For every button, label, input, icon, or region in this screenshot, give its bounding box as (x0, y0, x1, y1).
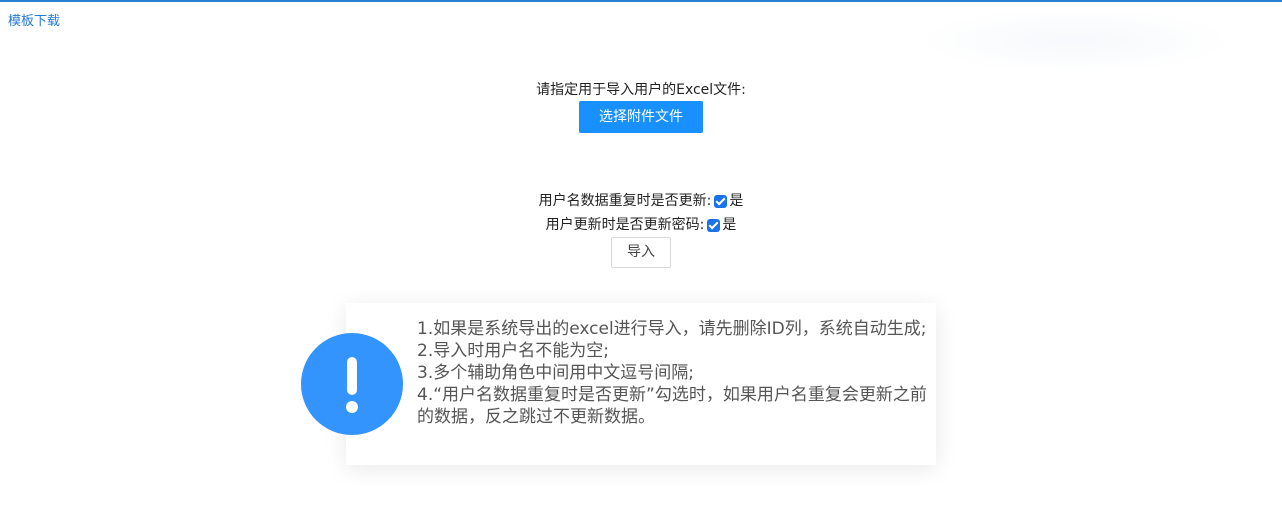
import-button[interactable]: 导入 (611, 237, 671, 268)
update-duplicate-checkbox[interactable] (714, 194, 728, 208)
option-update-duplicate-label: 用户名数据重复时是否更新: (538, 193, 712, 209)
notice-line: 4.“用户名数据重复时是否更新”勾选时，如果用户名重复会更新之前的数据，反之跳过… (417, 385, 927, 427)
decorative-glow (915, 8, 1235, 74)
option-update-duplicate: 用户名数据重复时是否更新: 是 (0, 192, 1282, 210)
exclamation-dot (346, 401, 358, 413)
exclamation-bar (347, 357, 357, 395)
update-duplicate-value: 是 (729, 193, 744, 209)
select-file-button[interactable]: 选择附件文件 (579, 101, 703, 133)
option-update-password-label: 用户更新时是否更新密码: (545, 217, 705, 233)
notice-line: 1.如果是系统导出的excel进行导入，请先删除ID列，系统自动生成; (417, 319, 927, 339)
notice-line: 2.导入时用户名不能为空; (417, 341, 609, 361)
update-password-checkbox[interactable] (707, 218, 721, 232)
template-download-link[interactable]: 模板下载 (8, 13, 60, 31)
exclamation-icon (301, 333, 403, 435)
option-update-password: 用户更新时是否更新密码: 是 (0, 216, 1282, 234)
upload-label: 请指定用于导入用户的Excel文件: (536, 82, 746, 98)
update-password-value: 是 (722, 217, 737, 233)
notice-line: 3.多个辅助角色中间用中文逗号间隔; (417, 363, 694, 383)
top-accent-line (0, 0, 1282, 2)
notice-text: 1.如果是系统导出的excel进行导入，请先删除ID列，系统自动生成; 2.导入… (417, 318, 927, 428)
